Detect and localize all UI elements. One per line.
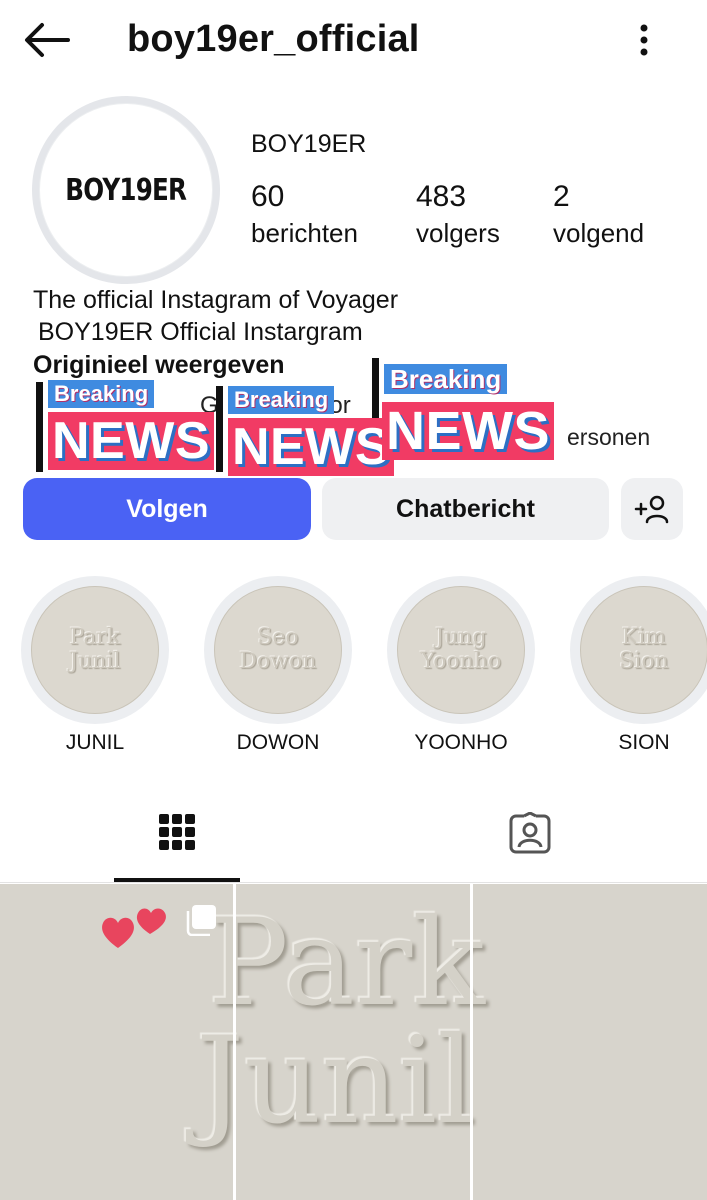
tagged-person-icon[interactable] (508, 812, 552, 854)
more-vertical-icon[interactable] (630, 20, 658, 60)
stat-following-label: volgend (553, 218, 645, 248)
post-grid: Park Junil (0, 884, 707, 1200)
stat-posts-count: 60 (251, 180, 285, 213)
highlight-junil[interactable]: Park Junil JUNIL (21, 576, 169, 754)
top-bar: boy19er_official (0, 0, 707, 84)
highlight-cover-text: Dowon (239, 649, 317, 674)
highlight-cover: Kim Sion (570, 576, 707, 724)
breaking-label: Breaking (48, 380, 155, 408)
bio-line-2: BOY19ER Official Instargram (38, 318, 363, 346)
highlight-sion[interactable]: Kim Sion SION (570, 576, 707, 754)
active-tab-indicator (114, 878, 240, 882)
highlight-label: DOWON (236, 731, 320, 754)
display-name: BOY19ER (251, 130, 367, 158)
highlight-cover-text: Jung (435, 625, 487, 650)
show-original-link[interactable]: Originieel weergeven (33, 351, 285, 380)
stat-posts-label: berichten (251, 218, 358, 248)
highlight-cover: Park Junil (21, 576, 169, 724)
highlight-cover-text: Yoonho (420, 649, 502, 674)
breaking-news-sticker: Breaking NEWS (216, 384, 396, 476)
avatar-logo-text: BOY19ER (65, 172, 188, 208)
stat-posts[interactable]: 60 berichten (251, 180, 358, 249)
breaking-news-sticker: Breaking NEWS (372, 358, 582, 468)
profile-tabs (0, 795, 707, 883)
news-label: NEWS (382, 402, 554, 460)
highlight-label: SION (618, 731, 670, 754)
profile-avatar[interactable]: BOY19ER (32, 96, 220, 284)
breaking-label: Breaking (228, 386, 335, 414)
highlight-cover: Jung Yoonho (387, 576, 535, 724)
profile-username: boy19er_official (127, 18, 420, 60)
highlight-label: JUNIL (65, 731, 125, 754)
highlight-label: YOONHO (414, 731, 508, 754)
post-tile-1[interactable] (0, 884, 233, 1200)
highlight-dowon[interactable]: Seo Dowon DOWON (204, 576, 352, 754)
follow-button[interactable]: Volgen (23, 478, 311, 540)
avatar-image: BOY19ER (39, 103, 213, 277)
highlight-yoonho[interactable]: Jung Yoonho YOONHO (387, 576, 535, 754)
suggest-people-button[interactable] (621, 478, 683, 540)
highlight-cover: Seo Dowon (204, 576, 352, 724)
highlight-cover-text: Sion (619, 649, 669, 674)
highlight-cover-text: Park (69, 625, 121, 650)
news-label: NEWS (48, 412, 214, 470)
stat-following[interactable]: 2 volgend (553, 180, 644, 249)
highlight-cover-text: Kim (621, 625, 667, 650)
message-button[interactable]: Chatbericht (322, 478, 609, 540)
grid-icon[interactable] (158, 813, 196, 851)
add-person-icon (634, 495, 669, 524)
post-tile-2[interactable] (236, 884, 470, 1200)
stat-followers[interactable]: 483 volgers (416, 180, 500, 249)
news-label: NEWS (228, 418, 394, 476)
stat-followers-count: 483 (416, 180, 467, 213)
arrow-left-icon[interactable] (22, 20, 72, 60)
breaking-news-sticker: Breaking NEWS (36, 378, 226, 474)
highlight-cover-text: Junil (69, 649, 121, 674)
highlight-cover-text: Seo (257, 625, 299, 650)
stat-followers-label: volgers (416, 218, 500, 248)
post-tile-3[interactable] (473, 884, 707, 1200)
bio-line-1: The official Instagram of Voyager (33, 286, 399, 314)
stat-following-count: 2 (553, 180, 570, 213)
breaking-label: Breaking (384, 364, 508, 394)
